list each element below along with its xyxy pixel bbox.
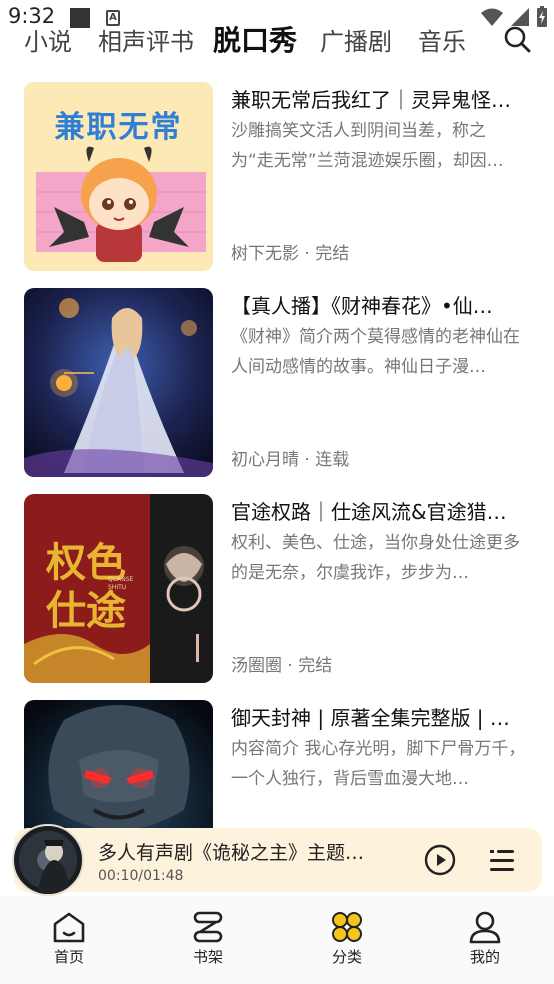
bottom-nav: 首页 书架 分类 我的 [0,896,554,984]
nav-profile[interactable]: 我的 [445,910,525,967]
nav-category-label: 分类 [331,948,362,966]
profile-icon [469,911,501,944]
cover-subtitle: QUANSE SHITU [108,576,134,591]
book-description: 内容简介 我心存光明，脚下尸骨万千，一个人独行，背后雪血漫大地… [231,739,526,789]
category-tabs: 小说 相声评书 脱口秀 广播剧 音乐 [0,14,554,64]
play-icon[interactable] [424,844,456,876]
book-description: 《财神》简介两个莫得感情的老神仙在人间动感情的故事。神仙日子漫… [231,327,520,377]
search-icon[interactable] [502,24,532,54]
tab-talk-show[interactable]: 脱口秀 [213,19,297,59]
book-meta: 树下无影 · 完结 [231,244,350,264]
nav-home[interactable]: 首页 [29,910,109,967]
player-time: 00:10/01:48 [98,868,184,884]
category-icon [332,912,362,942]
book-title: 【真人播】《财神春花》•仙… [231,294,493,318]
book-cover [24,288,213,477]
bookshelf-icon [193,911,223,943]
tab-crosstalk[interactable]: 相声评书 [98,22,194,57]
book-title: 兼职无常后我红了｜灵异鬼怪… [231,88,511,112]
tab-radio-drama[interactable]: 广播剧 [320,22,392,57]
tab-music[interactable]: 音乐 [418,22,466,57]
book-item[interactable]: 【真人播】《财神春花》•仙… 《财神》简介两个莫得感情的老神仙在人间动感情的故事… [0,288,554,478]
home-icon [53,912,85,943]
book-cover: 兼职无常 [24,82,213,271]
book-meta: 汤圈圈 · 完结 [231,656,333,676]
playlist-icon[interactable] [488,846,516,874]
player-track-title: 多人有声剧《诡秘之主》主题… [98,842,365,864]
book-cover: 权色仕途 QUANSE SHITU [24,494,213,683]
nav-category[interactable]: 分类 [307,910,387,967]
tab-novel[interactable]: 小说 [24,22,72,57]
nav-home-label: 首页 [53,948,84,966]
cover-art-fairy [24,288,213,477]
book-title: 官途权路｜仕途风流&官途猎… [231,500,507,524]
nav-profile-label: 我的 [469,948,500,966]
book-meta: 初心月晴 · 连载 [231,450,350,470]
book-description: 沙雕搞笑文活人到阴间当差，称之为“走无常”兰菏混迹娱乐圈，却因… [231,121,504,171]
book-item[interactable]: 权色仕途 QUANSE SHITU 官途权路｜仕途风流&官途猎… 权利、美色、仕… [0,494,554,684]
book-item[interactable]: 兼职无常 兼职无常后我红了｜灵异鬼怪… 沙雕搞笑文活人到阴间当差，称之为“走无常… [0,82,554,272]
nav-bookshelf-label: 书架 [192,948,223,966]
nav-bookshelf[interactable]: 书架 [168,910,248,967]
player-album-art[interactable] [12,824,84,896]
book-title: 御天封神 | 原著全集完整版 | … [231,706,510,730]
cover-title: 兼职无常 [54,110,183,145]
book-cover [24,700,213,830]
book-description: 权利、美色、仕途，当你身处仕途更多的是无奈，尔虞我诈，步步为… [231,533,520,583]
cover-art-demon [24,700,213,830]
